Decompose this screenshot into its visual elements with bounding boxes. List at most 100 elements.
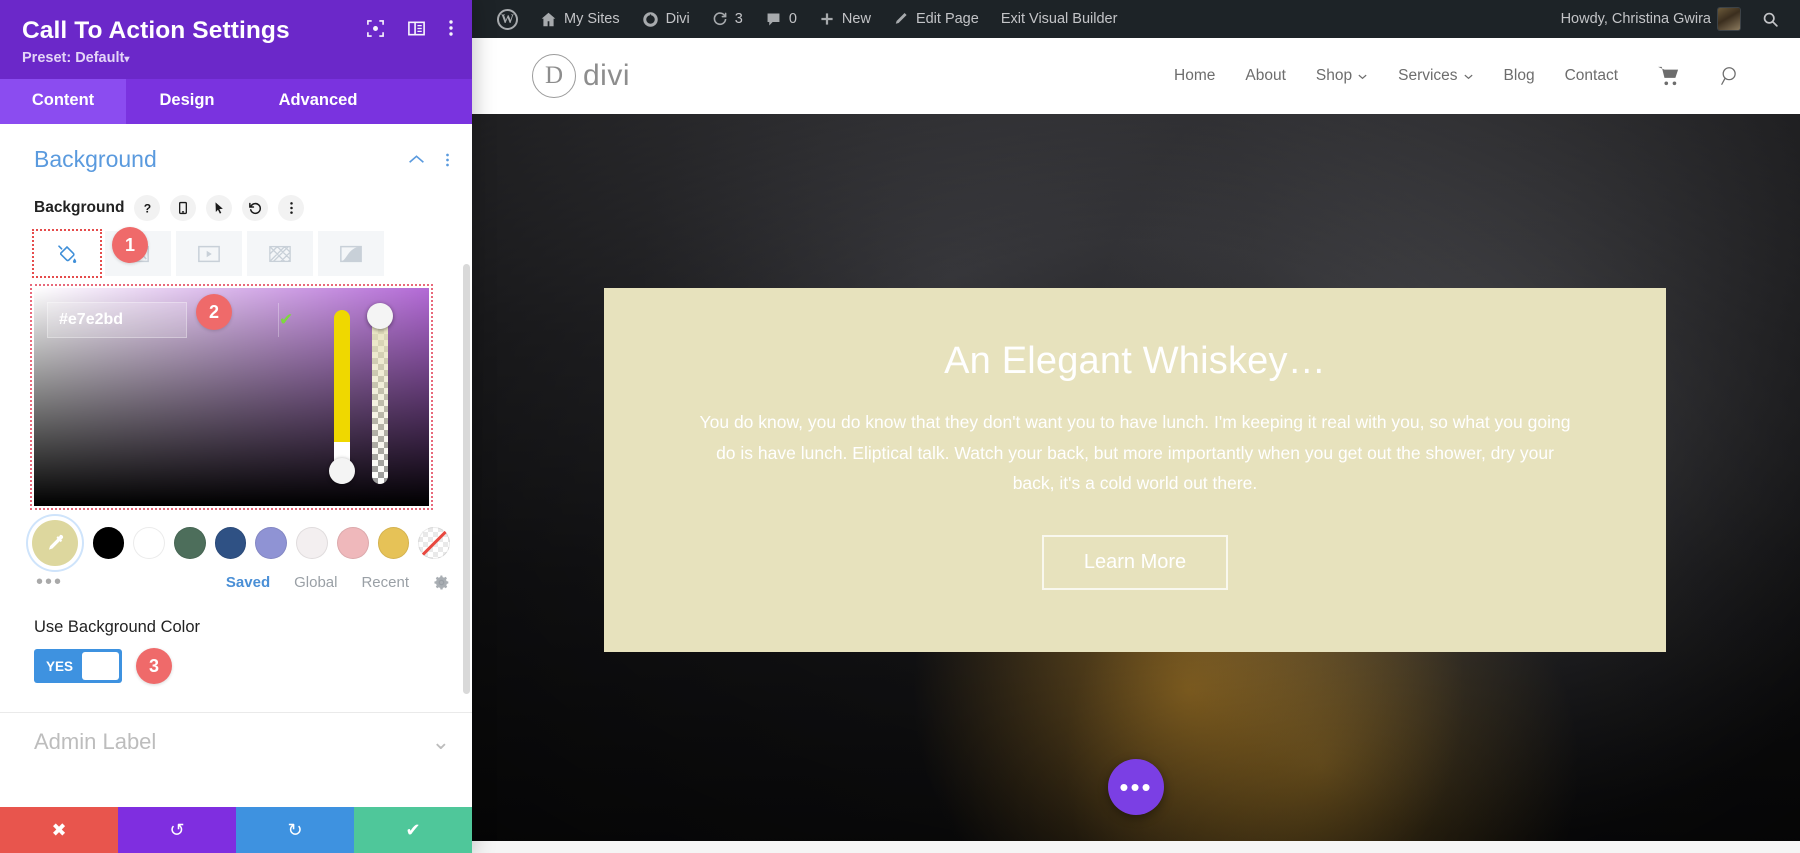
cancel-button[interactable]: ✖ bbox=[0, 807, 118, 853]
divi-logo-icon: D bbox=[532, 54, 576, 98]
settings-tabs: Content Design Advanced bbox=[0, 79, 472, 124]
use-background-color-toggle[interactable]: YES bbox=[34, 649, 122, 683]
nav-label: Services bbox=[1398, 67, 1457, 85]
tab-advanced[interactable]: Advanced bbox=[248, 79, 388, 124]
hex-input-group[interactable]: ✔ bbox=[47, 302, 187, 338]
admin-bar-item-my-sites[interactable]: My Sites bbox=[529, 0, 631, 38]
cart-icon[interactable] bbox=[1658, 66, 1680, 86]
search-icon[interactable] bbox=[1720, 65, 1742, 87]
toggle-label: Use Background Color bbox=[34, 618, 450, 637]
redo-button[interactable]: ↻ bbox=[236, 807, 354, 853]
preset-selector[interactable]: Preset: Default▾ bbox=[22, 50, 450, 66]
nav-item-about[interactable]: About bbox=[1245, 67, 1286, 85]
chevron-down-icon bbox=[1463, 71, 1474, 82]
admin-bar-item-divi[interactable]: Divi bbox=[631, 0, 701, 38]
swatch-tabs: Saved Global Recent bbox=[226, 574, 450, 591]
background-video-tab[interactable] bbox=[176, 231, 242, 276]
focus-icon[interactable] bbox=[366, 19, 385, 38]
swatch-tab-recent[interactable]: Recent bbox=[361, 574, 409, 591]
nav-item-shop[interactable]: Shop bbox=[1316, 67, 1368, 85]
swatch-periwinkle[interactable] bbox=[255, 527, 287, 559]
admin-bar-search-button[interactable] bbox=[1751, 0, 1790, 38]
gear-icon[interactable] bbox=[433, 574, 450, 591]
background-pattern-tab[interactable] bbox=[247, 231, 313, 276]
nav-item-blog[interactable]: Blog bbox=[1504, 67, 1535, 85]
responsive-icon[interactable] bbox=[170, 195, 196, 221]
background-section-header: Background bbox=[0, 124, 472, 181]
admin-bar-label: My Sites bbox=[564, 11, 620, 27]
settings-panel-header: Call To Action Settings Preset: Default▾ bbox=[0, 0, 472, 79]
admin-bar-label: Edit Page bbox=[916, 11, 979, 27]
wp-admin-bar: W My Sites Divi 3 bbox=[472, 0, 1800, 38]
divi-icon bbox=[642, 11, 659, 28]
toggle-row: YES 3 bbox=[34, 648, 450, 684]
settings-footer: ✖ ↺ ↻ ✔ bbox=[0, 807, 472, 853]
nav-label: Home bbox=[1174, 67, 1215, 85]
eyedropper-swatch[interactable] bbox=[32, 520, 78, 566]
field-label: Background bbox=[34, 199, 124, 217]
swatch-green[interactable] bbox=[174, 527, 206, 559]
swatch-black[interactable] bbox=[93, 527, 125, 559]
admin-bar-item-comments[interactable]: 0 bbox=[754, 0, 808, 38]
admin-bar-item-new[interactable]: New bbox=[808, 0, 882, 38]
svg-text:?: ? bbox=[144, 202, 151, 216]
tab-design[interactable]: Design bbox=[126, 79, 248, 124]
learn-more-button[interactable]: Learn More bbox=[1042, 535, 1228, 590]
admin-bar-item-updates[interactable]: 3 bbox=[701, 0, 754, 38]
admin-bar-label: New bbox=[842, 11, 871, 27]
nav-item-services[interactable]: Services bbox=[1398, 67, 1473, 85]
kebab-menu-icon[interactable] bbox=[448, 18, 454, 38]
page-settings-fab-button[interactable]: ••• bbox=[1108, 759, 1164, 815]
call-to-action-module[interactable]: An Elegant Whiskey… You do know, you do … bbox=[604, 288, 1666, 652]
swatch-more-button[interactable]: ••• bbox=[36, 572, 63, 592]
alpha-slider[interactable] bbox=[372, 310, 388, 484]
kebab-menu-icon[interactable] bbox=[278, 195, 304, 221]
admin-bar-account[interactable]: Howdy, Christina Gwira bbox=[1550, 0, 1751, 38]
swatch-offwhite[interactable] bbox=[296, 527, 328, 559]
site-nav: Home About Shop Services bbox=[1174, 65, 1742, 87]
undo-button[interactable]: ↺ bbox=[118, 807, 236, 853]
admin-bar-item-edit-page[interactable]: Edit Page bbox=[882, 0, 990, 38]
help-icon[interactable]: ? bbox=[134, 195, 160, 221]
swatch-tab-global[interactable]: Global bbox=[294, 574, 337, 591]
site-header: D divi Home About Shop Services bbox=[472, 38, 1800, 114]
wordpress-logo-icon: W bbox=[497, 9, 518, 30]
admin-label-section[interactable]: Admin Label ⌄ bbox=[0, 713, 472, 755]
cta-title: An Elegant Whiskey… bbox=[694, 340, 1576, 383]
alpha-slider-handle[interactable] bbox=[367, 303, 393, 329]
admin-bar-item-exit-visual-builder[interactable]: Exit Visual Builder bbox=[990, 0, 1129, 38]
reset-icon[interactable] bbox=[242, 195, 268, 221]
tab-content[interactable]: Content bbox=[0, 79, 126, 124]
nav-item-home[interactable]: Home bbox=[1174, 67, 1215, 85]
hex-color-input[interactable] bbox=[48, 303, 278, 337]
save-button[interactable]: ✔ bbox=[354, 807, 472, 853]
swatch-none[interactable] bbox=[418, 527, 450, 559]
use-background-color-block: Use Background Color YES 3 bbox=[0, 592, 472, 684]
hex-confirm-button[interactable]: ✔ bbox=[278, 303, 293, 337]
hover-icon[interactable] bbox=[206, 195, 232, 221]
wp-logo-button[interactable]: W bbox=[486, 0, 529, 38]
pencil-icon bbox=[893, 11, 909, 27]
background-mask-tab[interactable] bbox=[318, 231, 384, 276]
background-color-tab[interactable] bbox=[34, 231, 100, 276]
swatch-navy[interactable] bbox=[215, 527, 247, 559]
swatch-gold[interactable] bbox=[378, 527, 410, 559]
layout-panel-icon[interactable] bbox=[407, 19, 426, 38]
settings-body: Background Background ? bbox=[0, 124, 472, 807]
site-logo[interactable]: D divi bbox=[532, 54, 630, 98]
admin-label-title: Admin Label bbox=[34, 729, 156, 755]
site-logo-text: divi bbox=[583, 59, 630, 93]
color-saturation-picker[interactable]: ✔ bbox=[34, 288, 429, 506]
cta-body-text: You do know, you do know that they don't… bbox=[694, 407, 1576, 499]
chevron-up-icon[interactable] bbox=[408, 154, 425, 165]
swatch-tab-saved[interactable]: Saved bbox=[226, 574, 270, 591]
color-picker-wrapper: ✔ 2 bbox=[0, 276, 472, 506]
chevron-down-icon bbox=[1357, 71, 1368, 82]
kebab-menu-icon[interactable] bbox=[445, 151, 450, 169]
hue-slider-handle[interactable] bbox=[329, 458, 355, 484]
nav-item-contact[interactable]: Contact bbox=[1565, 67, 1618, 85]
section-title: Background bbox=[34, 146, 157, 173]
swatch-white[interactable] bbox=[133, 527, 165, 559]
background-type-tabs: 1 bbox=[0, 221, 472, 276]
swatch-pink[interactable] bbox=[337, 527, 369, 559]
